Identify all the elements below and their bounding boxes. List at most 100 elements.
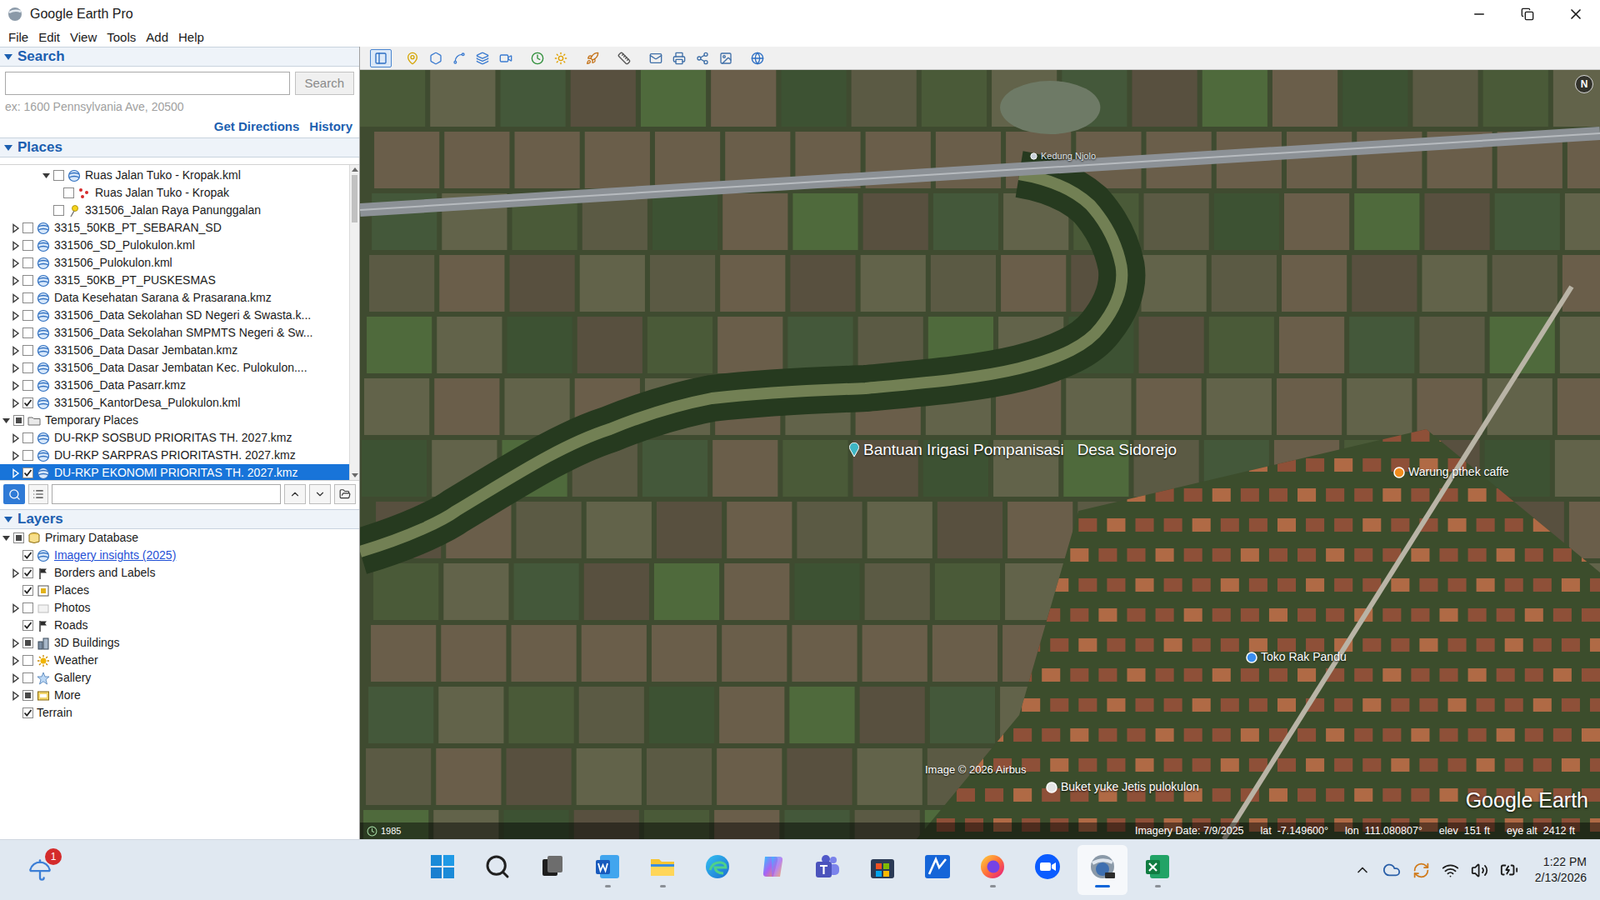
collapsed-caret-icon[interactable] [9,467,23,480]
menu-item[interactable]: File [3,28,34,48]
toolbar-button[interactable] [401,49,424,68]
compass[interactable]: N [1575,75,1594,94]
restore-button[interactable] [1503,0,1552,29]
taskbar-app[interactable] [472,845,523,895]
search-input[interactable] [5,71,290,95]
tree-row[interactable]: More [0,686,360,705]
taskbar-app[interactable] [637,845,688,895]
map-placemark[interactable]: Bantuan Irigasi Pompanisasi Desa Sidorej… [847,438,1177,463]
collapsed-caret-icon[interactable] [9,222,23,235]
tree-row[interactable]: Roads [0,616,360,635]
checkbox[interactable] [22,275,34,286]
move-up-button[interactable] [284,484,306,505]
tree-row[interactable]: DU-RKP EKONOMI PRIORITAS TH. 2027.kmz [0,464,350,480]
checkbox[interactable] [63,187,75,199]
checkbox[interactable] [13,415,25,426]
expanded-caret-icon[interactable] [40,170,54,182]
checkbox[interactable] [22,602,34,614]
checkbox[interactable] [22,620,34,631]
panel-header[interactable]: Places [0,137,360,158]
toolbar-button[interactable] [526,49,549,68]
expanded-caret-icon[interactable] [0,415,14,427]
tree-row[interactable]: 3315_50KB_PT_PUSKESMAS [0,271,350,290]
taskbar-app[interactable] [582,845,633,895]
checkbox[interactable] [53,205,65,216]
tree-row[interactable]: 331506_Data Pasarr.kmz [0,376,350,395]
taskbar-app[interactable] [967,845,1018,895]
tree-row[interactable]: Temporary Places [0,411,350,430]
checkbox[interactable] [22,690,34,701]
move-down-button[interactable] [309,484,331,505]
collapsed-caret-icon[interactable] [9,292,23,305]
collapsed-caret-icon[interactable] [9,362,23,375]
map-placemark[interactable]: Kedung Njolo [1029,149,1096,164]
collapsed-caret-icon[interactable] [9,275,23,287]
toolbar-button[interactable] [471,49,494,68]
tree-row[interactable]: 331506_Data Sekolahan SMPMTS Negeri & Sw… [0,324,350,342]
checkbox[interactable] [22,327,34,339]
checkbox[interactable] [22,222,34,234]
tree-row[interactable]: Ruas Jalan Tuko - Kropak [0,184,350,202]
taskbar-app[interactable] [912,845,963,895]
tree-row[interactable]: Data Kesehatan Sarana & Prasarana.kmz [0,289,350,307]
historical-imagery[interactable]: 1985 [360,824,401,839]
checkbox[interactable] [22,380,34,391]
collapsed-caret-icon[interactable] [9,602,23,615]
volume-icon[interactable] [1470,861,1489,880]
taskbar-app[interactable] [1132,845,1183,895]
battery-icon[interactable] [1500,860,1519,880]
panel-header[interactable]: Search [0,46,360,67]
places-search-mode-button[interactable] [3,484,25,505]
collapsed-caret-icon[interactable] [9,637,23,650]
taskbar-app[interactable] [802,845,853,895]
checkbox[interactable] [22,585,34,596]
collapsed-caret-icon[interactable] [9,450,23,462]
taskbar-app[interactable] [1022,845,1073,895]
toolbar-button[interactable] [691,49,714,68]
checkbox[interactable] [22,707,34,719]
checkbox[interactable] [22,240,34,251]
show-hidden-icons-icon[interactable] [1354,861,1371,879]
collapsed-caret-icon[interactable] [9,380,23,392]
taskbar-app[interactable] [527,845,578,895]
collapsed-caret-icon[interactable] [9,432,23,445]
checkbox[interactable] [22,467,34,479]
panel-header[interactable]: Layers [0,509,360,530]
list-view-button[interactable] [28,484,49,505]
tree-row[interactable]: Terrain [0,704,360,722]
tree-row[interactable]: Ruas Jalan Tuko - Kropak.kml [0,166,350,185]
search-link[interactable]: Get Directions [214,119,300,135]
toolbar-button[interactable] [613,49,635,68]
tree-row[interactable]: 331506_Data Sekolahan SD Negeri & Swasta… [0,306,350,325]
collapsed-caret-icon[interactable] [9,690,23,702]
checkbox[interactable] [53,170,65,181]
menu-item[interactable]: Add [140,28,174,48]
toolbar-button[interactable] [645,49,667,68]
checkbox[interactable] [22,567,34,579]
toolbar-button[interactable] [425,49,447,68]
tree-row[interactable]: 331506_Pulokulon.kml [0,254,350,272]
toolbar-button[interactable] [581,49,604,68]
collapsed-caret-icon[interactable] [9,310,23,322]
tree-row[interactable]: DU-RKP SOSBUD PRIORITAS TH. 2027.kmz [0,429,350,447]
map-placemark[interactable]: Buket yuke Jetis pulokulon [1045,778,1200,796]
toolbar-button[interactable] [715,49,737,68]
search-link[interactable]: History [309,119,353,135]
taskbar-app[interactable] [692,845,743,895]
weather-widget[interactable]: 1 [23,853,57,887]
taskbar-app[interactable] [1077,845,1128,895]
toolbar-button[interactable] [495,49,517,68]
menu-item[interactable]: View [65,28,102,48]
toolbar-button[interactable] [448,49,470,68]
tree-row[interactable]: 3D Buildings [0,634,360,652]
menu-item[interactable]: Tools [101,28,141,48]
checkbox[interactable] [22,310,34,321]
tree-link[interactable]: Imagery insights (2025) [54,546,176,565]
tree-row[interactable]: 331506_SD_Pulokulon.kml [0,236,350,255]
checkbox[interactable] [22,397,34,409]
taskbar-app[interactable] [417,845,468,895]
scrollbar[interactable] [349,165,360,480]
scroll-up-icon[interactable] [350,165,360,175]
checkbox[interactable] [22,550,34,561]
tree-row[interactable]: Places [0,581,360,600]
